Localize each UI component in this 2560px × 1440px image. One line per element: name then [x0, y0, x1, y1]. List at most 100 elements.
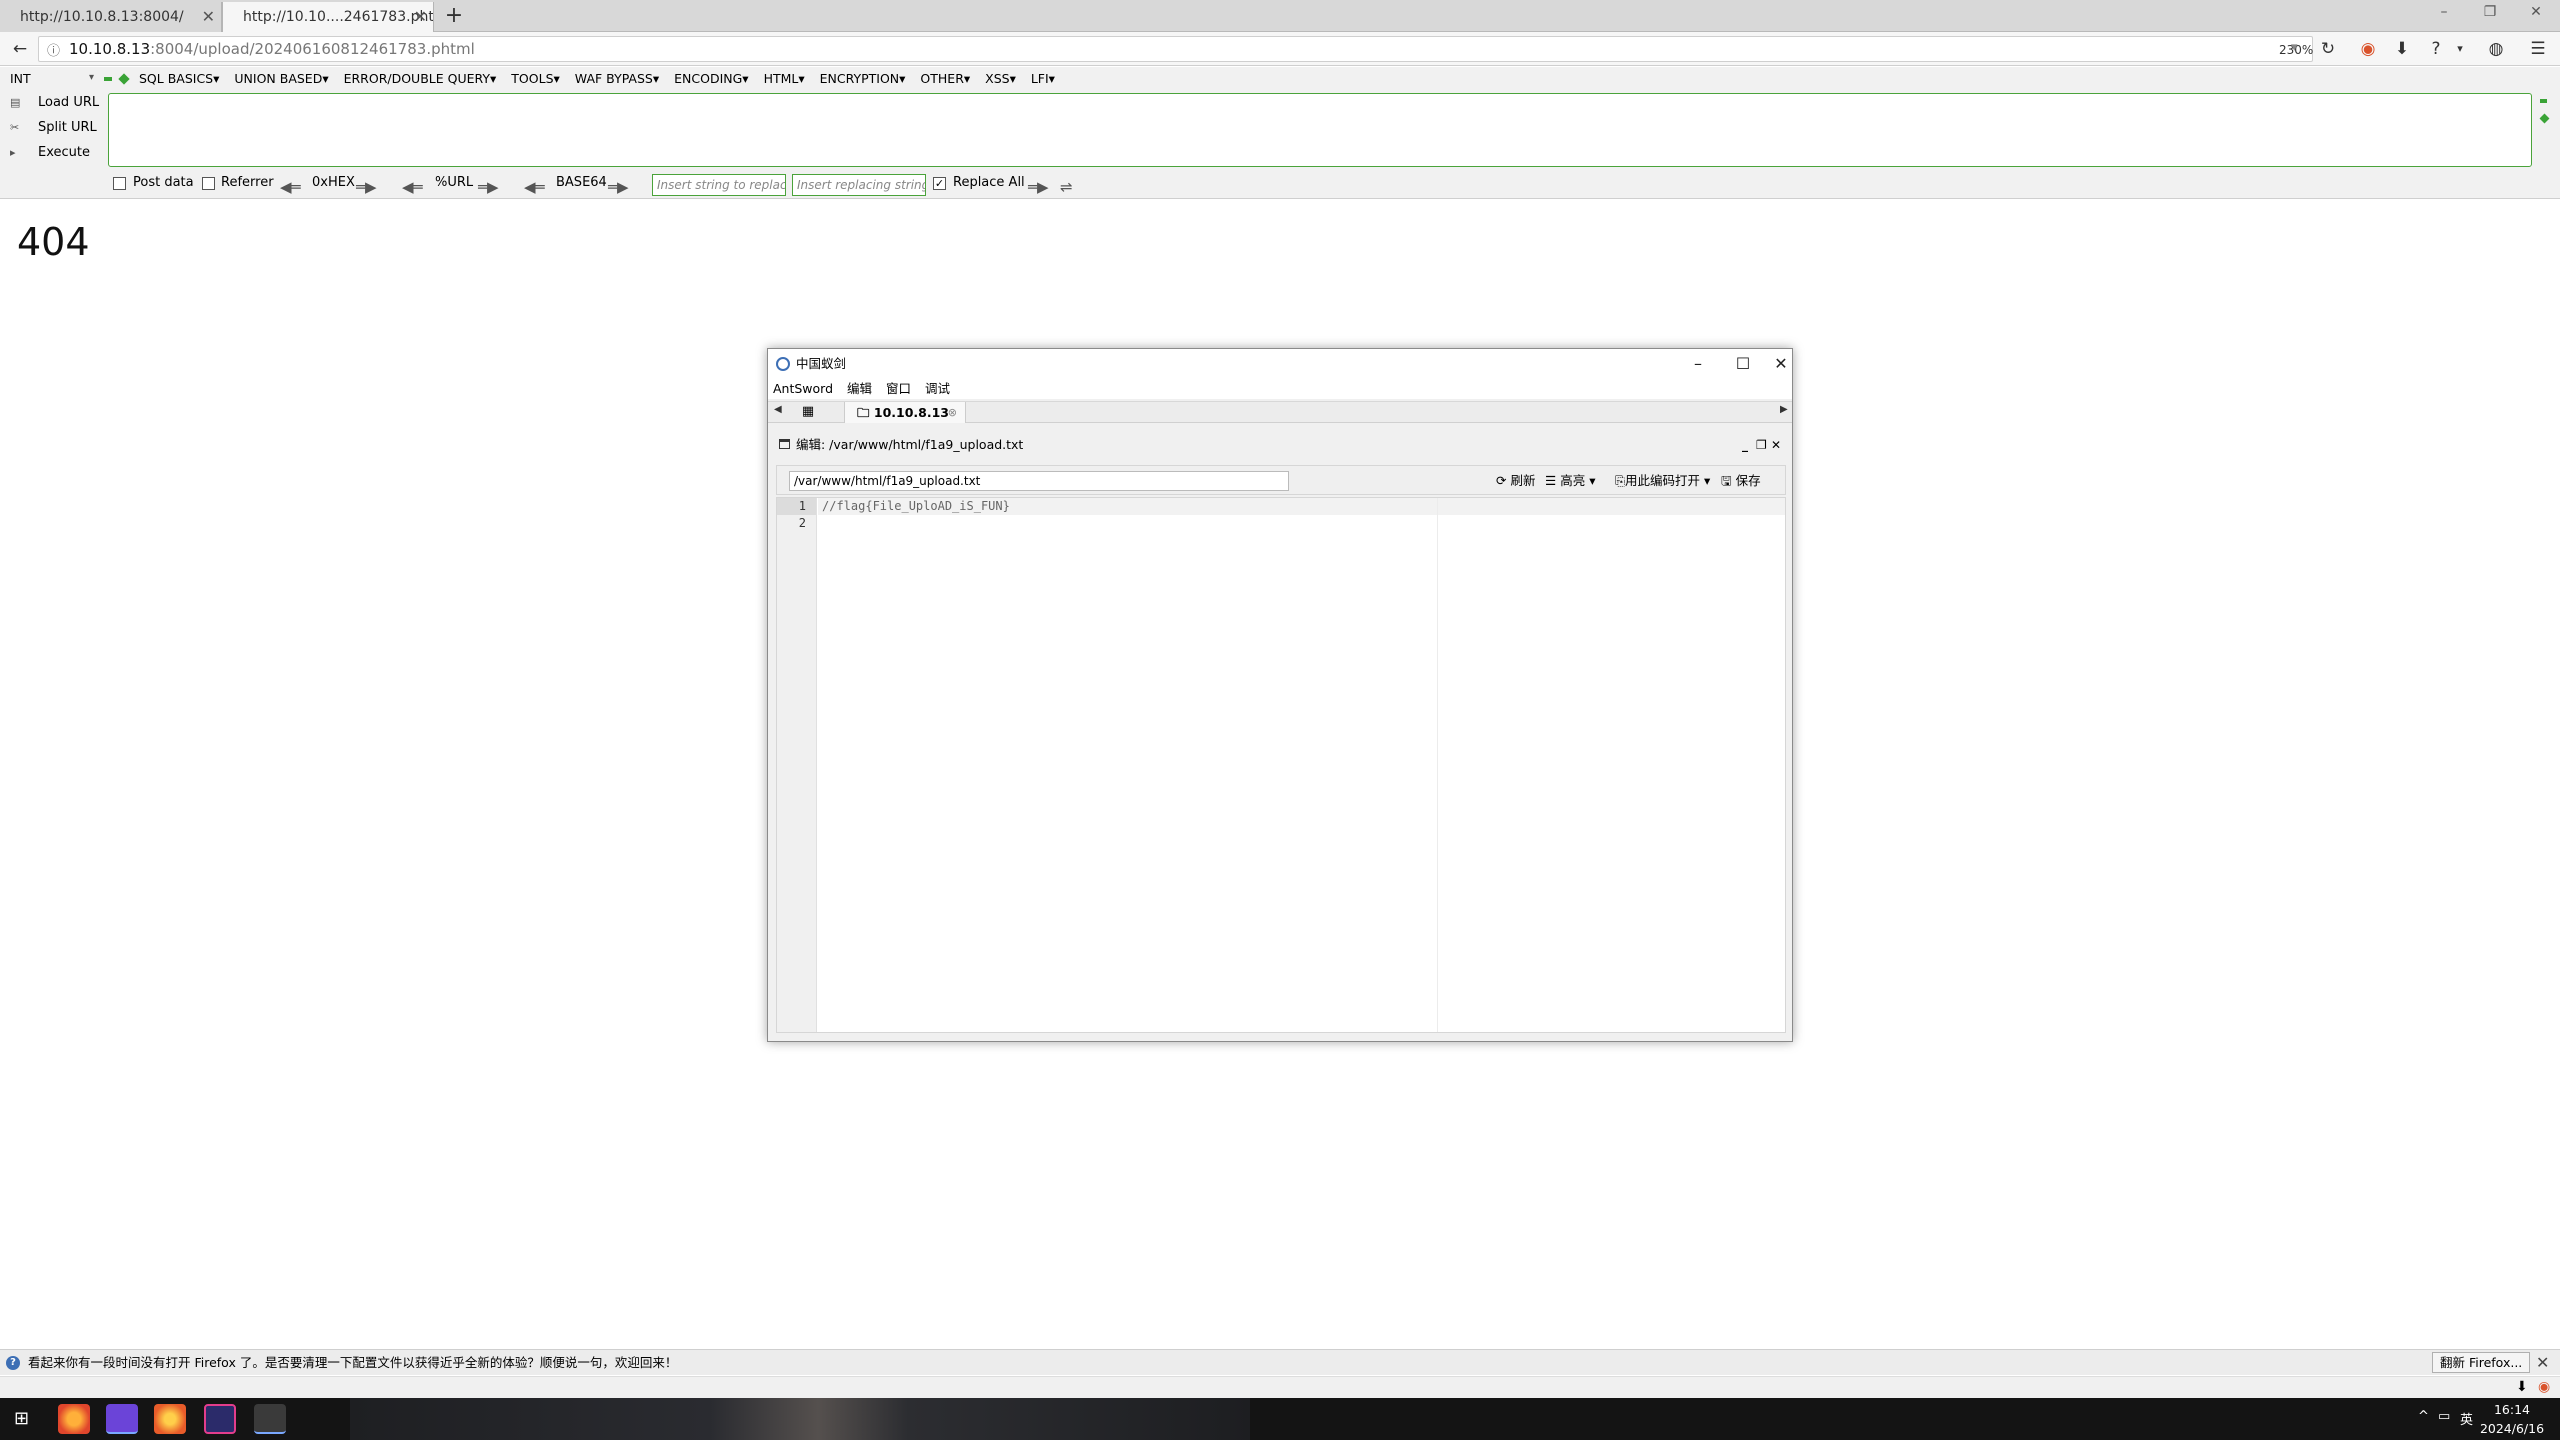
arrow-right-icon[interactable]: ═▶: [1028, 175, 1049, 199]
close-icon[interactable]: ✕: [1771, 435, 1781, 455]
back-arrow-icon[interactable]: ←: [8, 38, 32, 60]
code-content[interactable]: //flag{File_UploAD_iS_FUN}: [818, 498, 1785, 532]
swap-icon[interactable]: ⇌: [1060, 175, 1073, 199]
replace-all-checkbox[interactable]: ✓: [933, 177, 946, 190]
antsword-icon[interactable]: [254, 1404, 286, 1434]
refresh-firefox-button[interactable]: 翻新 Firefox...: [2432, 1352, 2531, 1373]
menu-encryption[interactable]: ENCRYPTION▾: [820, 71, 906, 86]
antsword-titlebar[interactable]: 中国蚁剑 – ☐ ✕: [768, 349, 1792, 379]
browser-tab-2[interactable]: http://10.10....2461783.phtml ✕: [222, 2, 434, 32]
app-icon[interactable]: [106, 1404, 138, 1434]
status-bar: ⬇ ◉: [0, 1376, 2560, 1398]
windows-taskbar: ⊞ ^ ▭ 英 16:14 2024/6/16: [0, 1398, 2560, 1440]
tab-host[interactable]: 🗀 10.10.8.13 ⊗: [844, 402, 966, 423]
menu-lfi[interactable]: LFI▾: [1031, 71, 1055, 86]
chevron-left-icon[interactable]: ◀: [774, 404, 782, 415]
download-icon[interactable]: ⬇: [2390, 38, 2414, 60]
antsword-tabs: ◀ ▦ 🗀 10.10.8.13 ⊗ ▶: [768, 401, 1792, 423]
save-label: 保存: [1735, 473, 1761, 488]
close-icon[interactable]: ✕: [1768, 349, 1794, 379]
insert-string-input[interactable]: Insert string to replace: [652, 174, 786, 196]
highlight-button[interactable]: ☰ 高亮 ▾: [1545, 472, 1595, 490]
maximize-icon[interactable]: ☐: [1723, 349, 1763, 379]
code-editor[interactable]: 1 2 //flag{File_UploAD_iS_FUN}: [776, 497, 1786, 1033]
chevron-down-icon[interactable]: ▾: [2448, 38, 2472, 60]
jetbrains-icon[interactable]: [204, 1404, 236, 1434]
close-icon[interactable]: ✕: [414, 2, 427, 32]
menu-window[interactable]: 窗口: [886, 381, 911, 396]
close-icon[interactable]: ✕: [202, 2, 215, 32]
firefox-icon[interactable]: [154, 1404, 186, 1434]
account-icon[interactable]: ◍: [2484, 38, 2508, 60]
hackbar-select[interactable]: INT ▾: [10, 70, 96, 88]
post-data-checkbox[interactable]: [113, 177, 126, 190]
list-icon: ☰: [1545, 473, 1557, 488]
arrow-right-icon[interactable]: ═▶: [356, 175, 377, 199]
file-path-input[interactable]: /var/www/html/f1a9_upload.txt: [789, 471, 1289, 491]
menu-html[interactable]: HTML▾: [764, 71, 805, 86]
refresh-button[interactable]: ⟳ 刷新: [1496, 472, 1535, 490]
download-icon[interactable]: ⬇: [2516, 1379, 2528, 1395]
editor-toolbar: /var/www/html/f1a9_upload.txt ⟳ 刷新 ☰ 高亮 …: [776, 465, 1786, 495]
minimize-icon[interactable]: _: [1742, 435, 1748, 455]
menu-tools[interactable]: TOOLS▾: [511, 71, 560, 86]
open-with-encoding-button[interactable]: ⎘用此编码打开 ▾: [1615, 472, 1710, 490]
arrow-left-icon[interactable]: ◀═: [402, 175, 423, 199]
new-tab-button[interactable]: +: [440, 2, 468, 30]
chevron-up-icon[interactable]: ^: [2418, 1409, 2429, 1424]
restore-icon[interactable]: ❐: [1756, 435, 1767, 455]
firefox-icon[interactable]: [58, 1404, 90, 1434]
minus-icon[interactable]: [2540, 99, 2547, 103]
chevron-right-icon[interactable]: ▶: [1780, 404, 1788, 415]
hamburger-menu-icon[interactable]: ☰: [2526, 38, 2550, 60]
menu-error-double-query[interactable]: ERROR/DOUBLE QUERY▾: [344, 71, 497, 86]
reload-icon[interactable]: ↻: [2316, 38, 2340, 60]
help-icon[interactable]: ?: [2424, 38, 2448, 60]
url-bar[interactable]: ⓘ 10.10.8.13:8004/upload/20240616081246​…: [38, 36, 2313, 62]
print-margin: [1437, 498, 1438, 1032]
browser-tab-1[interactable]: http://10.10.8.13:8004/ ✕: [0, 2, 222, 32]
plus-icon[interactable]: [118, 73, 130, 85]
referrer-label: Referrer: [221, 175, 274, 190]
taskbar-clock[interactable]: 16:14 2024/6/16: [2470, 1400, 2554, 1438]
load-url-button[interactable]: ▤ Load URL: [10, 93, 99, 113]
hackbar-url-textarea[interactable]: [108, 93, 2532, 167]
plus-icon[interactable]: [2539, 113, 2550, 124]
arrow-right-icon[interactable]: ═▶: [608, 175, 629, 199]
menu-edit[interactable]: 编辑: [847, 381, 872, 396]
menu-xss[interactable]: XSS▾: [985, 71, 1016, 86]
windows-start-icon[interactable]: ⊞: [14, 1408, 29, 1429]
menu-sql-basics[interactable]: SQL BASICS▾: [139, 71, 219, 86]
minimize-icon[interactable]: –: [1678, 349, 1718, 379]
chevron-down-icon[interactable]: ▾: [2291, 40, 2298, 55]
arrow-right-icon[interactable]: ═▶: [478, 175, 499, 199]
minimize-icon[interactable]: –: [2430, 4, 2458, 20]
clock-time: 16:14: [2493, 1402, 2531, 1417]
menu-encoding[interactable]: ENCODING▾: [674, 71, 748, 86]
split-url-button[interactable]: ✂ Split URL: [10, 118, 97, 138]
info-icon[interactable]: ⓘ: [47, 40, 60, 59]
menu-union-based[interactable]: UNION BASED▾: [234, 71, 328, 86]
menu-antsword[interactable]: AntSword: [773, 381, 833, 396]
menu-waf-bypass[interactable]: WAF BYPASS▾: [575, 71, 659, 86]
network-icon[interactable]: ▭: [2438, 1409, 2450, 1424]
menu-debug[interactable]: 调试: [925, 381, 950, 396]
extension-icon[interactable]: ◉: [2356, 38, 2380, 60]
save-button[interactable]: 🖫 保存: [1721, 472, 1761, 490]
refresh-icon: ⟳: [1496, 473, 1507, 488]
menu-other[interactable]: OTHER▾: [920, 71, 970, 86]
arrow-left-icon[interactable]: ◀═: [280, 175, 301, 199]
execute-button[interactable]: ▸ Execute: [10, 143, 90, 163]
close-window-icon[interactable]: ✕: [2522, 4, 2550, 20]
extension-icon[interactable]: ◉: [2538, 1379, 2550, 1395]
grid-icon[interactable]: ▦: [798, 404, 818, 421]
open-with-encoding-label: 用此编码打开: [1625, 473, 1701, 488]
referrer-checkbox[interactable]: [202, 177, 215, 190]
replacing-string-input[interactable]: Insert replacing string: [792, 174, 926, 196]
close-icon[interactable]: ✕: [2536, 1350, 2549, 1376]
arrow-left-icon[interactable]: ◀═: [524, 175, 545, 199]
minus-icon[interactable]: [104, 77, 112, 81]
window-icon: [779, 439, 790, 449]
restore-icon[interactable]: ❐: [2476, 4, 2504, 20]
close-icon[interactable]: ⊗: [948, 402, 957, 423]
